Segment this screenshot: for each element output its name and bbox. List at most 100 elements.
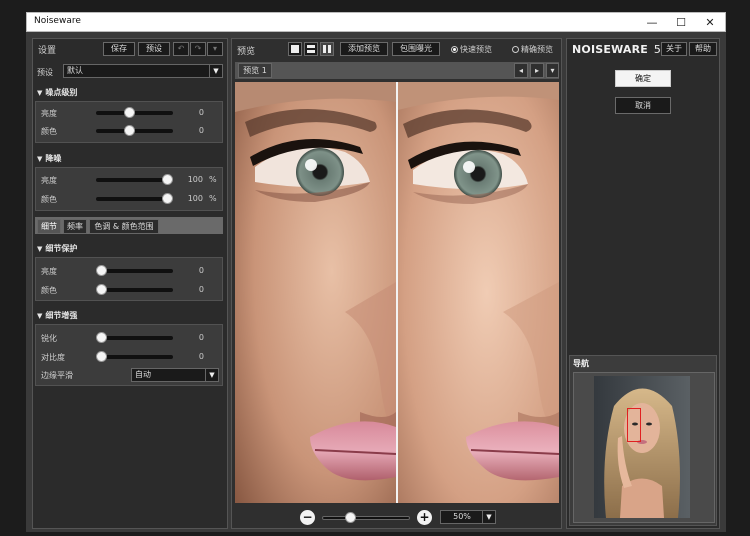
edge-smoothing-label: 边缘平滑	[41, 371, 73, 380]
brand-version: 5	[653, 43, 661, 56]
preview-image-original[interactable]	[235, 82, 396, 503]
preview-image-processed[interactable]	[398, 82, 559, 503]
fast-preview-radio[interactable]	[451, 46, 458, 53]
brand-logo: NOISEWARE 5	[572, 43, 661, 56]
tab-detail[interactable]: 细节	[37, 219, 61, 234]
settings-panel: 设置 保存 预设 ↶ ↷ ▾ 预设 默认 ▼ ▼ 噪点级别 亮度 0 颜色 0 ▼…	[32, 38, 228, 529]
detail-protection-luminance-label: 亮度	[41, 267, 57, 276]
preset-select-value: 默认	[67, 66, 83, 75]
navigator-viewport-marker[interactable]	[627, 408, 641, 442]
noise-reduction-color-value: 100	[187, 194, 203, 203]
settings-title: 设置	[38, 46, 57, 56]
collapse-triangle-icon: ▼	[37, 312, 43, 320]
tab-preview-1[interactable]: 预览 1	[238, 63, 272, 78]
section-noise-reduction-title: 降噪	[45, 154, 62, 163]
history-dropdown-icon[interactable]: ▾	[207, 42, 223, 56]
preset-button[interactable]: 预设	[138, 42, 170, 56]
bracket-exposure-button[interactable]: 包围曝光	[392, 42, 440, 56]
navigator-panel: 导航	[569, 355, 717, 526]
percent-unit: %	[209, 194, 217, 203]
slider-thumb[interactable]	[96, 351, 107, 362]
detail-protection-color-value: 0	[198, 285, 204, 294]
preview-title: 预览	[237, 47, 256, 57]
navigator-thumbnail[interactable]	[594, 376, 690, 518]
add-preview-button[interactable]: 添加预览	[340, 42, 388, 56]
window-titlebar: Noiseware — ☐ ✕	[26, 12, 726, 32]
accurate-preview-radio[interactable]	[512, 46, 519, 53]
noise-reduction-color-label: 颜色	[41, 195, 57, 204]
close-button[interactable]: ✕	[696, 14, 724, 31]
split-vertical-view-icon[interactable]	[320, 42, 334, 56]
zoom-in-icon[interactable]: +	[417, 510, 432, 525]
slider-thumb[interactable]	[124, 125, 135, 136]
app-frame: 设置 保存 预设 ↶ ↷ ▾ 预设 默认 ▼ ▼ 噪点级别 亮度 0 颜色 0 ▼…	[26, 32, 726, 532]
section-noise-level[interactable]: ▼ 噪点级别	[37, 87, 77, 98]
detail-protection-group: 亮度 0 颜色 0	[35, 257, 223, 301]
edge-smoothing-value: 自动	[135, 370, 151, 379]
detail-protection-luminance-slider[interactable]	[96, 264, 173, 278]
chevron-down-icon: ▼	[209, 65, 222, 77]
collapse-triangle-icon: ▼	[37, 89, 43, 97]
edge-smoothing-select[interactable]: 自动 ▼	[131, 368, 219, 382]
noise-reduction-color-slider[interactable]	[96, 192, 173, 206]
sharpen-value: 0	[198, 333, 204, 342]
scroll-left-icon[interactable]: ◂	[514, 63, 528, 78]
brand-name: NOISEWARE	[572, 43, 649, 56]
tab-tone-color-range[interactable]: 色调 & 颜色范围	[89, 219, 159, 234]
redo-icon[interactable]: ↷	[190, 42, 206, 56]
slider-thumb[interactable]	[96, 265, 107, 276]
accurate-preview-label: 精确预览	[521, 45, 553, 54]
section-detail-protection-title: 细节保护	[45, 244, 78, 253]
preset-field-label: 预设	[37, 68, 53, 77]
help-button[interactable]: 帮助	[689, 42, 717, 56]
section-noise-level-title: 噪点级别	[45, 88, 78, 97]
slider-thumb[interactable]	[96, 284, 107, 295]
maximize-button[interactable]: ☐	[667, 14, 695, 31]
contrast-value: 0	[198, 352, 204, 361]
noise-level-color-slider[interactable]	[96, 124, 173, 138]
save-button[interactable]: 保存	[103, 42, 135, 56]
window-title: Noiseware	[34, 16, 81, 26]
ok-button[interactable]: 确定	[615, 70, 671, 87]
sharpen-slider[interactable]	[96, 331, 173, 345]
split-horizontal-view-icon[interactable]	[304, 42, 318, 56]
section-detail-protection[interactable]: ▼ 细节保护	[37, 243, 77, 254]
scroll-right-icon[interactable]: ▸	[530, 63, 544, 78]
slider-thumb[interactable]	[96, 332, 107, 343]
noise-level-luminance-value: 0	[198, 108, 204, 117]
fast-preview-label: 快速预览	[460, 45, 492, 54]
zoom-select[interactable]: 50% ▼	[440, 510, 496, 524]
slider-thumb[interactable]	[124, 107, 135, 118]
section-noise-reduction[interactable]: ▼ 降噪	[37, 153, 61, 164]
section-detail-enhancement[interactable]: ▼ 细节增强	[37, 310, 77, 321]
slider-thumb[interactable]	[162, 174, 173, 185]
preset-select[interactable]: 默认 ▼	[63, 64, 223, 78]
tab-list-dropdown-icon[interactable]: ▾	[546, 63, 559, 78]
minimize-button[interactable]: —	[638, 14, 666, 31]
zoom-out-icon[interactable]: −	[300, 510, 315, 525]
chevron-down-icon: ▼	[205, 369, 218, 381]
right-panel: NOISEWARE 5 关于 帮助 确定 取消 导航	[566, 38, 720, 529]
preview-tabstrip	[235, 62, 559, 79]
about-button[interactable]: 关于	[661, 42, 687, 56]
zoom-slider[interactable]	[322, 511, 410, 525]
noise-level-luminance-label: 亮度	[41, 109, 57, 118]
contrast-slider[interactable]	[96, 350, 173, 364]
sharpen-label: 锐化	[41, 334, 57, 343]
noise-level-group: 亮度 0 颜色 0	[35, 101, 223, 143]
cancel-button[interactable]: 取消	[615, 97, 671, 114]
noise-reduction-luminance-value: 100	[187, 175, 203, 184]
detail-protection-color-slider[interactable]	[96, 283, 173, 297]
percent-unit: %	[209, 175, 217, 184]
undo-icon[interactable]: ↶	[173, 42, 189, 56]
preview-panel: 预览 添加预览 包围曝光 快速预览 精确预览 预览 1 ◂ ▸ ▾ − + 50…	[231, 38, 562, 529]
noise-reduction-luminance-slider[interactable]	[96, 173, 173, 187]
slider-thumb[interactable]	[345, 512, 356, 523]
tab-frequency[interactable]: 频率	[63, 219, 87, 234]
preview-image-area[interactable]	[235, 82, 559, 503]
noise-level-luminance-slider[interactable]	[96, 106, 173, 120]
chevron-down-icon: ▼	[482, 511, 495, 523]
slider-thumb[interactable]	[162, 193, 173, 204]
noise-reduction-group: 亮度 100 % 颜色 100 %	[35, 167, 223, 211]
single-view-icon[interactable]	[288, 42, 302, 56]
